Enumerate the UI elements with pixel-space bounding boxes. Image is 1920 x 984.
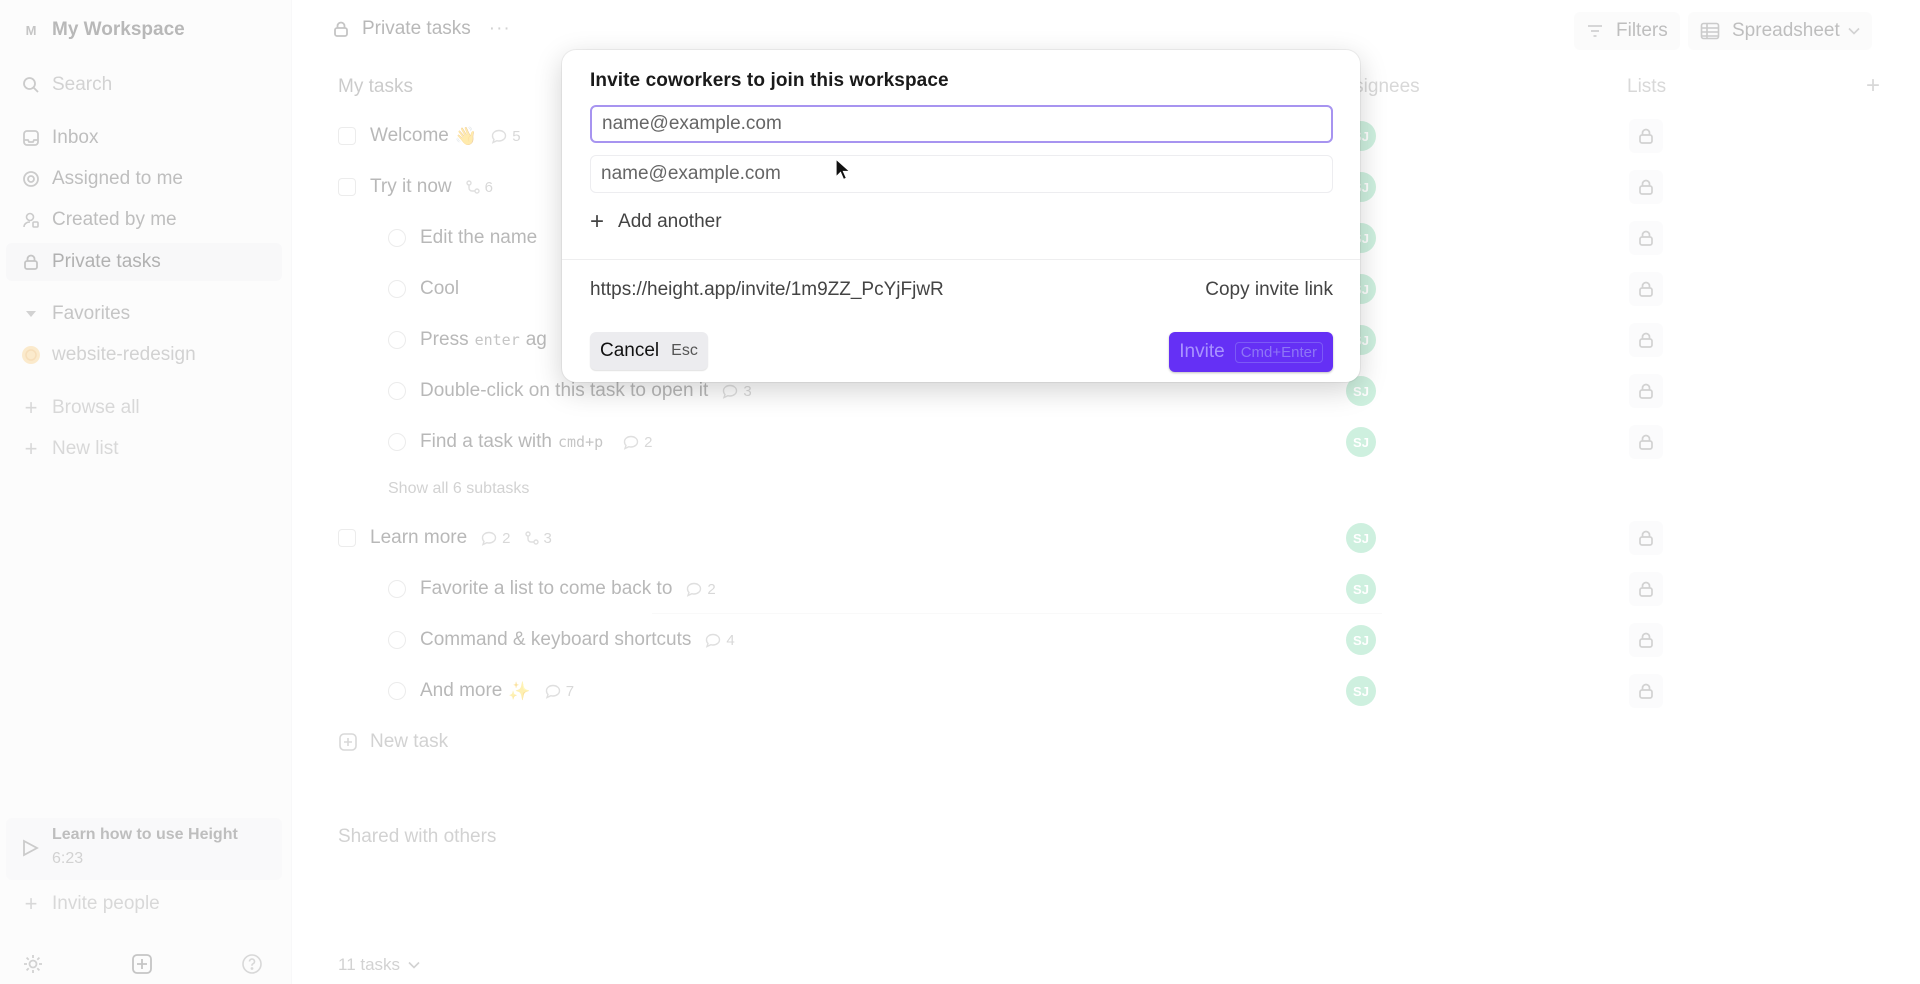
invite-shortcut: Cmd+Enter bbox=[1234, 341, 1323, 363]
add-another-button[interactable]: + Add another bbox=[590, 210, 722, 234]
add-another-label: Add another bbox=[618, 211, 722, 232]
plus-icon: + bbox=[590, 208, 605, 235]
invite-label: Invite bbox=[1179, 341, 1225, 362]
cancel-button[interactable]: Cancel Esc bbox=[590, 332, 708, 370]
modal-divider bbox=[562, 259, 1360, 260]
copy-invite-link-button[interactable]: Copy invite link bbox=[1205, 279, 1333, 301]
email-input-1[interactable] bbox=[590, 105, 1333, 143]
cancel-shortcut: Esc bbox=[671, 342, 698, 359]
invite-button[interactable]: Invite Cmd+Enter bbox=[1169, 332, 1333, 372]
mouse-cursor-icon bbox=[835, 157, 852, 187]
invite-modal: Invite coworkers to join this workspace … bbox=[562, 50, 1360, 382]
email-input-2[interactable] bbox=[590, 155, 1333, 193]
modal-title: Invite coworkers to join this workspace bbox=[590, 70, 949, 91]
cancel-label: Cancel bbox=[600, 340, 660, 361]
invite-link-url[interactable]: https://height.app/invite/1m9ZZ_PcYjFjwR bbox=[590, 279, 944, 301]
